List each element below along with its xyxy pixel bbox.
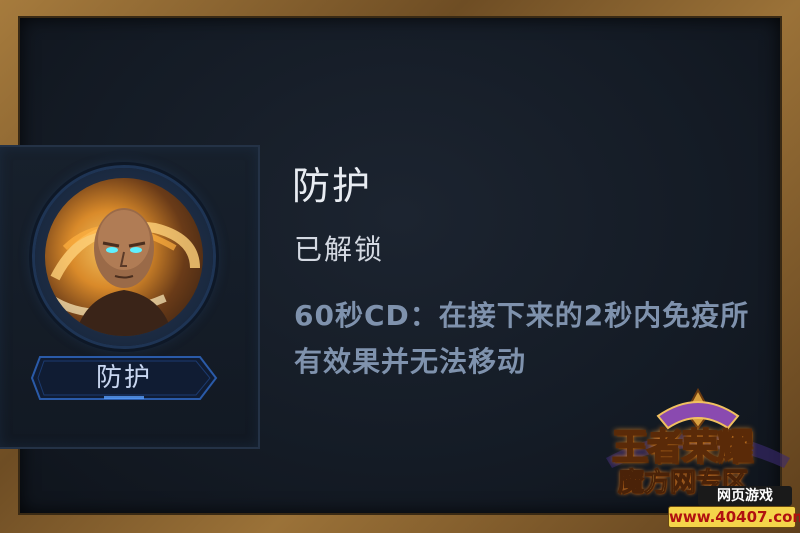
skill-status: 已解锁 xyxy=(294,233,385,266)
logo-url[interactable]: www.40407.com xyxy=(668,506,800,528)
site-logo: 王者荣耀 魔方网专区 网页游戏 www.40407.com xyxy=(598,388,800,528)
skill-tag: 防护 xyxy=(30,355,218,401)
skill-description: 60秒CD：在接下来的2秒内免疫所有效果并无法移动 xyxy=(294,299,750,378)
bald-hero-shield-icon[interactable] xyxy=(45,178,203,336)
skill-name: 防护 xyxy=(292,164,373,208)
skill-tag-label: 防护 xyxy=(95,363,152,393)
logo-web-badge: 网页游戏 xyxy=(698,486,792,506)
